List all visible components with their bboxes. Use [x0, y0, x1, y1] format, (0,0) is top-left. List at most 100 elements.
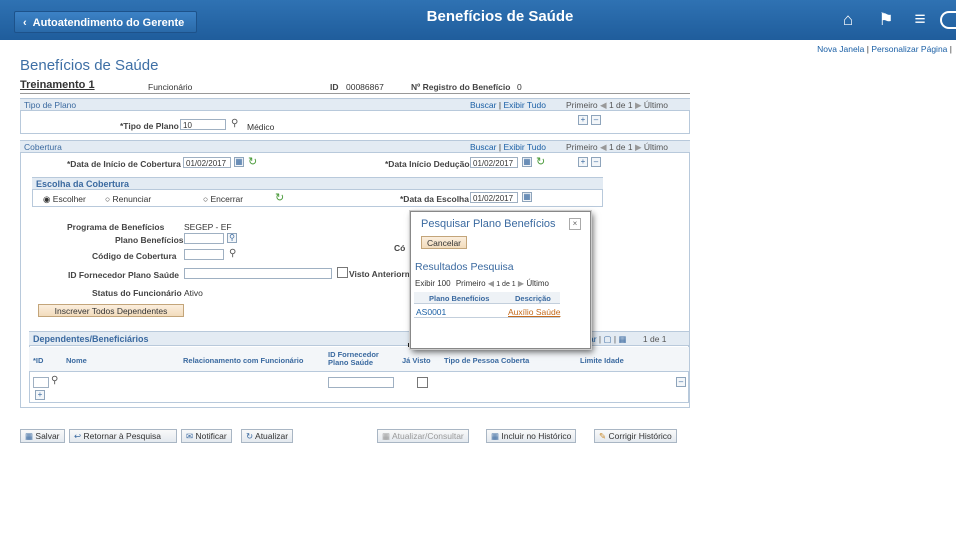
coverage-code-label: Código de Cobertura — [92, 251, 177, 261]
range-text: 1 de 1 — [642, 334, 667, 344]
next-icon[interactable]: ▶ — [635, 100, 642, 110]
first-link[interactable]: Primeiro — [566, 142, 598, 152]
calendar-icon[interactable]: ▦ — [234, 157, 244, 167]
plan-type-input[interactable]: 10 — [180, 119, 226, 130]
flag-icon[interactable]: ⚑ — [876, 10, 896, 30]
close-icon[interactable]: × — [569, 218, 581, 230]
top-links: Nova Janela | Personalizar Página | — [817, 44, 952, 54]
program-label: Programa de Benefícios — [67, 222, 165, 232]
id-label: ID — [330, 82, 339, 92]
separator: | — [498, 142, 502, 152]
navbar-icon[interactable] — [940, 11, 956, 29]
update-display-button[interactable]: ▦ Atualizar/Consultar — [377, 429, 469, 443]
page-title: Benefícios de Saúde — [20, 57, 159, 74]
next-icon[interactable]: ▶ — [518, 279, 524, 288]
delete-row-icon[interactable]: – — [591, 115, 601, 125]
update-display-icon: ▦ — [382, 431, 391, 441]
choice-date-input[interactable]: 01/02/2017 — [470, 192, 518, 203]
refresh-icon[interactable]: ↻ — [248, 155, 257, 168]
provider-input[interactable] — [184, 268, 332, 279]
delete-row-icon[interactable]: – — [676, 377, 686, 387]
first-link[interactable]: Primeiro — [566, 100, 598, 110]
range-text: 1 de 1 — [608, 142, 633, 152]
benefit-record-label: Nº Registro do Benefício — [411, 82, 511, 92]
last-link[interactable]: Último — [644, 142, 668, 152]
program-value: SEGEP - EF — [184, 222, 232, 232]
refresh-button[interactable]: ↻ Atualizar — [241, 429, 294, 443]
add-row-icon[interactable]: + — [578, 157, 588, 167]
next-icon[interactable]: ▶ — [635, 142, 642, 152]
home-icon[interactable]: ⌂ — [838, 10, 858, 30]
refresh-icon[interactable]: ↻ — [536, 155, 545, 168]
show-count: Exibir 100 — [415, 279, 451, 288]
seen-checkbox[interactable] — [337, 267, 348, 278]
prev-icon[interactable]: ◀ — [488, 279, 494, 288]
first-link[interactable]: Primeiro — [456, 279, 486, 288]
view-all-link[interactable]: Exibir Tudo — [503, 142, 546, 152]
refresh-icon[interactable]: ↻ — [275, 191, 284, 204]
coverage-choice-header: Escolha da Cobertura — [32, 177, 603, 190]
search-icon[interactable]: ⚲ — [231, 118, 238, 129]
enroll-all-dependents-button[interactable]: Inscrever Todos Dependentes — [38, 304, 184, 317]
coverage-code-input[interactable] — [184, 249, 224, 260]
notify-label: Notificar — [195, 431, 227, 441]
plan-type-desc: Médico — [247, 122, 275, 132]
cancel-button[interactable]: Cancelar — [421, 236, 468, 249]
choose-radio[interactable]: ◉ Escolher — [43, 194, 86, 205]
prev-icon[interactable]: ◀ — [600, 100, 607, 110]
delete-row-icon[interactable]: – — [591, 157, 601, 167]
prev-icon[interactable]: ◀ — [600, 142, 607, 152]
coverage-code-truncated-label: Có — [394, 243, 406, 253]
search-icon[interactable]: ⚲ — [227, 233, 237, 243]
include-history-button[interactable]: ▦ Incluir no Histórico — [486, 429, 577, 443]
notify-button[interactable]: ✉ Notificar — [181, 429, 232, 443]
coverage-nav: Buscar | Exibir Tudo — [470, 142, 546, 152]
separator: | — [866, 44, 869, 54]
return-to-search-button[interactable]: ↩ Retornar à Pesquisa — [69, 429, 177, 443]
plan-input[interactable] — [184, 233, 224, 244]
download-icon[interactable]: ▦ — [619, 334, 627, 344]
zoom-icon[interactable]: ▢ — [604, 334, 612, 344]
find-link[interactable]: Buscar — [470, 142, 496, 152]
view-all-link[interactable]: Exibir Tudo — [503, 100, 546, 110]
calendar-icon[interactable]: ▦ — [522, 157, 532, 167]
deduction-start-input[interactable]: 01/02/2017 — [470, 157, 518, 168]
add-row-icon[interactable]: + — [35, 390, 45, 400]
coverage-pager: Primeiro ◀ 1 de 1 ▶ Último — [566, 142, 668, 153]
personalize-link[interactable]: Personalizar Página — [871, 44, 947, 54]
deduction-start-label: *Data Início Dedução — [385, 159, 470, 169]
dependent-provider-input[interactable] — [328, 377, 394, 388]
col-description: Descrição — [515, 294, 551, 303]
waive-radio[interactable]: ○ Renunciar — [105, 194, 151, 204]
col-plan: Plano Benefícios — [429, 294, 490, 303]
already-seen-checkbox[interactable] — [417, 377, 428, 388]
result-description-link[interactable]: Auxílio Saúde — [508, 307, 560, 317]
menu-icon[interactable]: ≡ — [910, 10, 930, 30]
add-row-icon[interactable]: + — [578, 115, 588, 125]
find-link[interactable]: Buscar — [470, 100, 496, 110]
separator: | — [949, 44, 952, 54]
update-display-label: Atualizar/Consultar — [391, 431, 464, 441]
last-link[interactable]: Último — [644, 100, 668, 110]
new-window-link[interactable]: Nova Janela — [817, 44, 864, 54]
back-button-label: Autoatendimento do Gerente — [32, 17, 185, 29]
coverage-start-input[interactable]: 01/02/2017 — [183, 157, 231, 168]
plan-type-label: *Tipo de Plano — [120, 121, 179, 131]
plan-type-pager: Primeiro ◀ 1 de 1 ▶ Último — [566, 100, 668, 111]
back-button[interactable]: ‹ Autoatendimento do Gerente — [14, 11, 197, 33]
search-icon[interactable]: ⚲ — [229, 248, 236, 259]
dependent-id-input[interactable] — [33, 377, 49, 388]
search-icon[interactable]: ⚲ — [51, 375, 58, 386]
include-history-icon: ▦ — [491, 431, 500, 441]
col-already-seen: Já Visto — [402, 356, 431, 365]
calendar-icon[interactable]: ▦ — [522, 192, 532, 202]
plan-search-modal: Pesquisar Plano Benefícios × Cancelar Re… — [410, 211, 591, 349]
result-plan-link[interactable]: AS0001 — [416, 307, 446, 317]
last-link[interactable]: Último — [526, 279, 549, 288]
employee-name: Treinamento 1 — [20, 79, 95, 91]
coverage-title: Cobertura — [24, 142, 62, 152]
save-button[interactable]: ▦ Salvar — [20, 429, 65, 443]
waive-label: Renunciar — [112, 194, 152, 204]
terminate-radio[interactable]: ○ Encerrar — [203, 194, 243, 204]
correct-history-button[interactable]: ✎ Corrigir Histórico — [594, 429, 677, 443]
